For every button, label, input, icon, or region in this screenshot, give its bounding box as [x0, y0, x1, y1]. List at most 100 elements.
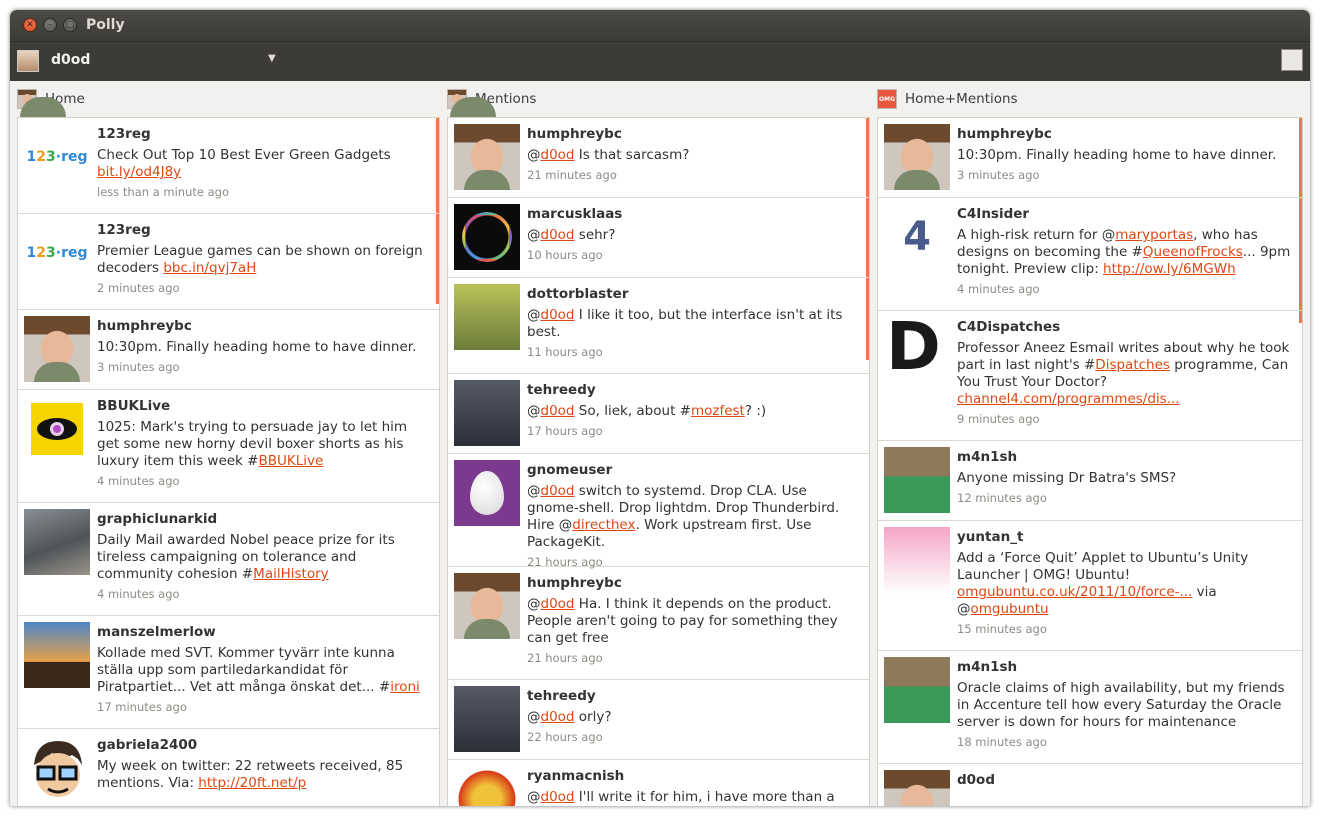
tweet-link[interactable]: omgubuntu.co.uk/2011/10/force-...: [957, 584, 1192, 600]
tweet-item[interactable]: m4n1sh Oracle claims of high availabilit…: [878, 651, 1302, 764]
avatar: 4: [884, 204, 950, 270]
tweet-text: 10:30pm. Finally heading home to have di…: [957, 147, 1277, 163]
minimize-window-button[interactable]: –: [43, 18, 57, 32]
avatar: [884, 657, 950, 723]
tweet-text: My week on twitter: 22 retweets received…: [97, 758, 404, 791]
avatar: [454, 204, 520, 270]
tweet-list[interactable]: humphreybc 10:30pm. Finally heading home…: [877, 117, 1303, 806]
tweet-username[interactable]: tehreedy: [527, 687, 861, 705]
chevron-down-icon[interactable]: ▼: [268, 53, 276, 64]
mention-link[interactable]: d0od: [541, 403, 575, 419]
tweet-username[interactable]: d0od: [957, 771, 1294, 789]
tweet-item[interactable]: ryanmacnish @d0od I'll write it for him,…: [448, 760, 869, 806]
maximize-window-button[interactable]: □: [63, 18, 77, 32]
mention-link[interactable]: d0od: [541, 227, 575, 243]
tweet-text: Kollade med SVT. Kommer tyvärr inte kunn…: [97, 645, 420, 695]
tweet-item[interactable]: 1 2 3 ·reg 123reg Check Out Top 10 Best Eve…: [18, 118, 439, 214]
tweet-item[interactable]: gnomeuser @d0od switch to systemd. Drop …: [448, 454, 869, 569]
column-header[interactable]: Home: [10, 81, 446, 117]
app-window: ✕ – □ Polly d0od ▼ Home 1 2 3 ·reg 123reg C…: [10, 10, 1310, 806]
tweet-username[interactable]: humphreybc: [527, 574, 861, 592]
tweet-link[interactable]: channel4.com/programmes/dis...: [957, 391, 1180, 407]
tweet-item[interactable]: d0od: [878, 764, 1302, 806]
tweet-item[interactable]: humphreybc 10:30pm. Finally heading home…: [878, 118, 1302, 198]
tweet-item[interactable]: yuntan_t Add a ‘Force Quit’ Applet to Ub…: [878, 521, 1302, 651]
column-header[interactable]: Mentions: [440, 81, 876, 117]
tweet-timestamp: 4 minutes ago: [957, 282, 1040, 296]
tweet-item[interactable]: humphreybc @d0od Is that sarcasm? 21 min…: [448, 118, 869, 198]
settings-icon[interactable]: [1281, 49, 1303, 71]
tweet-username[interactable]: manszelmerlow: [97, 623, 431, 641]
column-header[interactable]: OMG Home+Mentions: [870, 81, 1310, 117]
tweet-username[interactable]: C4Dispatches: [957, 318, 1294, 336]
tweet-item[interactable]: humphreybc @d0od Ha. I think it depends …: [448, 567, 869, 680]
account-avatar[interactable]: [17, 50, 39, 72]
tweet-username[interactable]: tehreedy: [527, 381, 861, 399]
column-mentions: Mentions humphreybc @d0od Is that sarcas…: [440, 81, 876, 806]
tweet-item[interactable]: gabriela2400 My week on twitter: 22 retw…: [18, 729, 439, 806]
tweet-item[interactable]: m4n1sh Anyone missing Dr Batra's SMS? 12…: [878, 441, 1302, 521]
tweet-item[interactable]: tehreedy @d0od orly? 22 hours ago: [448, 680, 869, 760]
tweet-timestamp: 9 minutes ago: [957, 412, 1040, 426]
tweet-item[interactable]: tehreedy @d0od So, liek, about #mozfest?…: [448, 374, 869, 454]
tweet-item[interactable]: manszelmerlow Kollade med SVT. Kommer ty…: [18, 616, 439, 729]
column-avatar-icon: [447, 89, 467, 109]
hashtag-link[interactable]: QueenofFrocks: [1143, 244, 1243, 260]
tweet-list[interactable]: 1 2 3 ·reg 123reg Check Out Top 10 Best Eve…: [17, 117, 440, 806]
tweet-text: A high-risk return for @maryportas, who …: [957, 227, 1291, 277]
tweet-username[interactable]: m4n1sh: [957, 658, 1294, 676]
tweet-item[interactable]: 1 2 3 ·reg 123reg Premier League games can …: [18, 214, 439, 310]
hashtag-link[interactable]: mozfest: [691, 403, 745, 419]
tweet-item[interactable]: marcusklaas @d0od sehr? 10 hours ago: [448, 198, 869, 278]
tweet-username[interactable]: dottorblaster: [527, 285, 861, 303]
mention-link[interactable]: directhex: [572, 517, 635, 533]
tweet-item[interactable]: dottorblaster @d0od I like it too, but t…: [448, 278, 869, 374]
avatar: [884, 447, 950, 513]
tweet-username[interactable]: m4n1sh: [957, 448, 1294, 466]
cartoon-avatar-icon: [34, 741, 82, 797]
tweet-username[interactable]: ryanmacnish: [527, 767, 861, 785]
tweet-username[interactable]: 123reg: [97, 125, 431, 143]
hashtag-link[interactable]: MailHistory: [253, 566, 328, 582]
hashtag-link[interactable]: BBUKLive: [258, 453, 323, 469]
avatar: [884, 527, 950, 593]
tweet-username[interactable]: BBUKLive: [97, 397, 431, 415]
mention-link[interactable]: omgubuntu: [971, 601, 1049, 617]
tweet-username[interactable]: humphreybc: [527, 125, 861, 143]
tweet-link[interactable]: bit.ly/od4J8y: [97, 164, 181, 180]
tweet-item[interactable]: graphiclunarkid Daily Mail awarded Nobel…: [18, 503, 439, 616]
tweet-username[interactable]: graphiclunarkid: [97, 510, 431, 528]
mention-link[interactable]: d0od: [541, 307, 575, 323]
tweet-timestamp: 4 minutes ago: [97, 587, 180, 601]
account-selector[interactable]: d0od: [51, 52, 90, 68]
mention-link[interactable]: d0od: [541, 709, 575, 725]
close-window-button[interactable]: ✕: [23, 18, 37, 32]
tweet-text: Daily Mail awarded Nobel peace prize for…: [97, 532, 395, 582]
tweet-username[interactable]: marcusklaas: [527, 205, 861, 223]
tweet-username[interactable]: humphreybc: [957, 125, 1294, 143]
account-toolbar: d0od ▼: [10, 41, 1310, 81]
tweet-list[interactable]: humphreybc @d0od Is that sarcasm? 21 min…: [447, 117, 870, 806]
tweet-username[interactable]: yuntan_t: [957, 528, 1294, 546]
tweet-username[interactable]: C4Insider: [957, 205, 1294, 223]
mention-link[interactable]: maryportas: [1115, 227, 1193, 243]
tweet-username[interactable]: gnomeuser: [527, 461, 861, 479]
tweet-text: @d0od I like it too, but the interface i…: [527, 307, 843, 340]
tweet-link[interactable]: http://ow.ly/6MGWh: [1103, 261, 1236, 277]
mention-link[interactable]: d0od: [541, 483, 575, 499]
hashtag-link[interactable]: ironi: [390, 679, 420, 695]
tweet-username[interactable]: 123reg: [97, 221, 431, 239]
tweet-item[interactable]: 4 C4Insider A high-risk return for @mary…: [878, 198, 1302, 311]
tweet-item[interactable]: D C4Dispatches Professor Aneez Esmail wr…: [878, 311, 1302, 441]
tweet-item[interactable]: humphreybc 10:30pm. Finally heading home…: [18, 310, 439, 390]
tweet-username[interactable]: gabriela2400: [97, 736, 431, 754]
tweet-link[interactable]: bbc.in/qvj7aH: [163, 260, 256, 276]
tweet-username[interactable]: humphreybc: [97, 317, 431, 335]
tweet-link[interactable]: http://20ft.net/p: [198, 775, 306, 791]
hashtag-link[interactable]: Dispatches: [1095, 357, 1170, 373]
tweet-item[interactable]: BBUKLive 1025: Mark's trying to persuade…: [18, 390, 439, 503]
mention-link[interactable]: d0od: [541, 789, 575, 805]
tweet-text: @d0od orly?: [527, 709, 612, 725]
mention-link[interactable]: d0od: [541, 596, 575, 612]
mention-link[interactable]: d0od: [541, 147, 575, 163]
